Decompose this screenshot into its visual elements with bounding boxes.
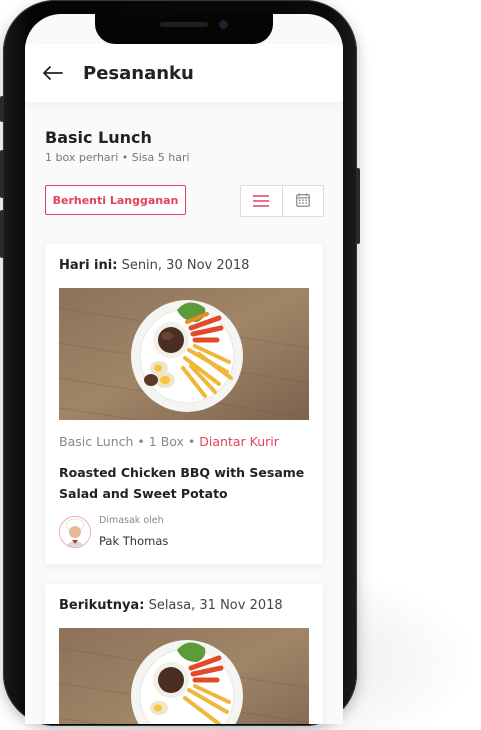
order-date: Hari ini: Senin, 30 Nov 2018: [59, 258, 249, 273]
chef-name: Pak Thomas: [99, 534, 169, 548]
speaker: [160, 22, 208, 27]
front-camera: [219, 20, 228, 29]
arrow-left-icon[interactable]: [43, 63, 63, 83]
list-view-button[interactable]: [241, 186, 282, 216]
list-icon: [253, 192, 270, 211]
day-label: Berikutnya:: [59, 598, 145, 613]
meta-text: Basic Lunch • 1 Box •: [59, 434, 200, 449]
order-date: Berikutnya: Selasa, 31 Nov 2018: [59, 598, 283, 613]
calendar-view-button[interactable]: [281, 186, 324, 216]
calendar-icon: [295, 192, 310, 211]
delivery-status: Diantar Kurir: [199, 434, 279, 449]
plan-name: Basic Lunch: [45, 128, 152, 147]
phone-screen: Pesananku Basic Lunch 1 box perhari • Si…: [25, 14, 343, 724]
volume-down-button: [0, 210, 4, 258]
cooked-by-label: Dimasak oleh: [99, 515, 164, 526]
date-text: Senin, 30 Nov 2018: [121, 258, 250, 273]
view-toggle: [240, 185, 324, 217]
notch: [95, 14, 273, 44]
food-photo: [59, 628, 309, 724]
food-photo: [59, 288, 309, 420]
dish-name: Roasted Chicken BBQ with Sesame Salad an…: [59, 465, 305, 501]
mute-switch: [0, 96, 4, 122]
order-meta: Basic Lunch • 1 Box • Diantar Kurir: [59, 434, 279, 449]
date-text: Selasa, 31 Nov 2018: [148, 598, 283, 613]
plan-subtitle: 1 box perhari • Sisa 5 hari: [45, 151, 190, 164]
chef-avatar: [59, 516, 91, 548]
order-card[interactable]: Hari ini: Senin, 30 Nov 2018 Basic Lunch…: [45, 244, 323, 564]
phone-frame: Pesananku Basic Lunch 1 box perhari • Si…: [0, 0, 360, 726]
day-label: Hari ini:: [59, 258, 118, 273]
order-card[interactable]: Berikutnya: Selasa, 31 Nov 2018: [45, 584, 323, 724]
stop-subscription-button[interactable]: Berhenti Langganan: [45, 185, 186, 215]
page-title: Pesananku: [83, 62, 194, 84]
volume-up-button: [0, 150, 4, 198]
app-header: Pesananku: [25, 44, 343, 102]
power-button: [356, 168, 360, 244]
